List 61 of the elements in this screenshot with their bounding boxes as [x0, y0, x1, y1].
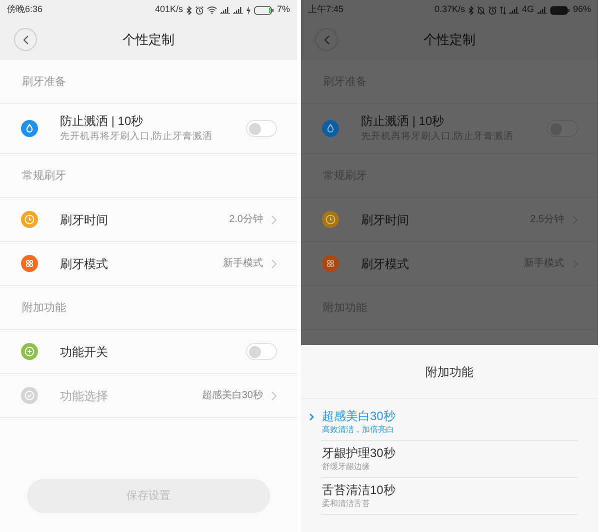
- option-item[interactable]: 牙龈护理30秒 舒缓牙龈边缘: [321, 441, 578, 478]
- row-title: 刷牙时间: [60, 212, 109, 228]
- row-title: 功能开关: [60, 344, 109, 360]
- settings-row[interactable]: 刷牙模式 新手模式: [0, 242, 297, 286]
- row-value: 新手模式: [223, 256, 263, 271]
- alarm-icon: [194, 6, 204, 14]
- bluetooth-icon: [468, 6, 474, 14]
- signal-icon: [508, 6, 519, 14]
- toggle-switch[interactable]: [246, 343, 277, 360]
- network-type: 4G: [522, 3, 534, 16]
- selected-chevron-icon: [309, 413, 314, 421]
- back-button[interactable]: [315, 28, 338, 51]
- wifi-icon: [206, 6, 217, 14]
- chevron-right-icon: [271, 258, 277, 268]
- chevron-right-icon: [271, 390, 277, 400]
- back-button[interactable]: [14, 28, 37, 51]
- network-speed: 401K/s: [154, 3, 183, 16]
- page-title: 个性定制: [122, 31, 174, 50]
- battery-icon: [254, 6, 274, 14]
- option-title: 舌苔清洁10秒: [322, 483, 396, 498]
- signal-icon: [232, 6, 243, 14]
- row-title: 刷牙时间: [361, 212, 410, 228]
- option-subtitle: 高效清洁，加倍亮白: [322, 424, 395, 435]
- signal-icon: [220, 6, 230, 14]
- option-item[interactable]: 舌苔清洁10秒 柔和清洁舌苔: [321, 478, 578, 515]
- row-title: 刷牙模式: [361, 256, 410, 272]
- alarm-icon: [488, 6, 497, 14]
- option-subtitle: 舒缓牙龈边缘: [322, 461, 371, 472]
- row-value: 超感美白30秒: [202, 388, 263, 403]
- settings-row[interactable]: 防止溅洒 | 10秒 先开机再将牙刷入口,防止牙膏溅洒: [0, 104, 297, 154]
- network-speed: 0.37K/s: [434, 3, 465, 16]
- section-header: 常规刷牙: [22, 168, 66, 184]
- data-arrows-icon: [500, 6, 506, 14]
- row-value: 2.0分钟: [229, 212, 263, 227]
- row-title: 防止溅洒 | 10秒: [60, 113, 144, 130]
- section-header: 刷牙准备: [22, 74, 66, 90]
- row-title: 刷牙模式: [60, 256, 109, 272]
- battery-percent: 7%: [276, 3, 290, 16]
- bluetooth-icon: [186, 6, 192, 14]
- section-header: 附加功能: [22, 300, 66, 316]
- back-icon: [324, 34, 330, 44]
- option-subtitle: 柔和清洁舌苔: [322, 498, 371, 509]
- back-icon: [22, 34, 28, 44]
- signal-icon: [536, 6, 547, 14]
- charging-icon: [246, 6, 251, 14]
- battery-icon: [550, 6, 570, 14]
- settings-row[interactable]: 功能开关: [0, 330, 297, 374]
- battery-percent: 96%: [572, 3, 591, 16]
- status-time: 上午7:45: [308, 3, 344, 16]
- option-title: 超感美白30秒: [322, 409, 396, 424]
- page-title: 个性定制: [424, 31, 476, 50]
- row-title: 功能选择: [60, 388, 109, 404]
- status-time: 傍晚6:36: [7, 3, 43, 16]
- row-title: 防止溅洒 | 10秒: [361, 113, 446, 130]
- toggle-switch[interactable]: [246, 120, 277, 137]
- chevron-right-icon: [271, 214, 277, 224]
- muted-bell-icon: [476, 6, 485, 14]
- row-subtitle: 先开机再将牙刷入口,防止牙膏溅洒: [60, 130, 214, 144]
- settings-row[interactable]: 刷牙时间 2.0分钟: [0, 198, 297, 242]
- sheet-title: 附加功能: [426, 364, 474, 380]
- option-title: 牙龈护理30秒: [322, 446, 396, 461]
